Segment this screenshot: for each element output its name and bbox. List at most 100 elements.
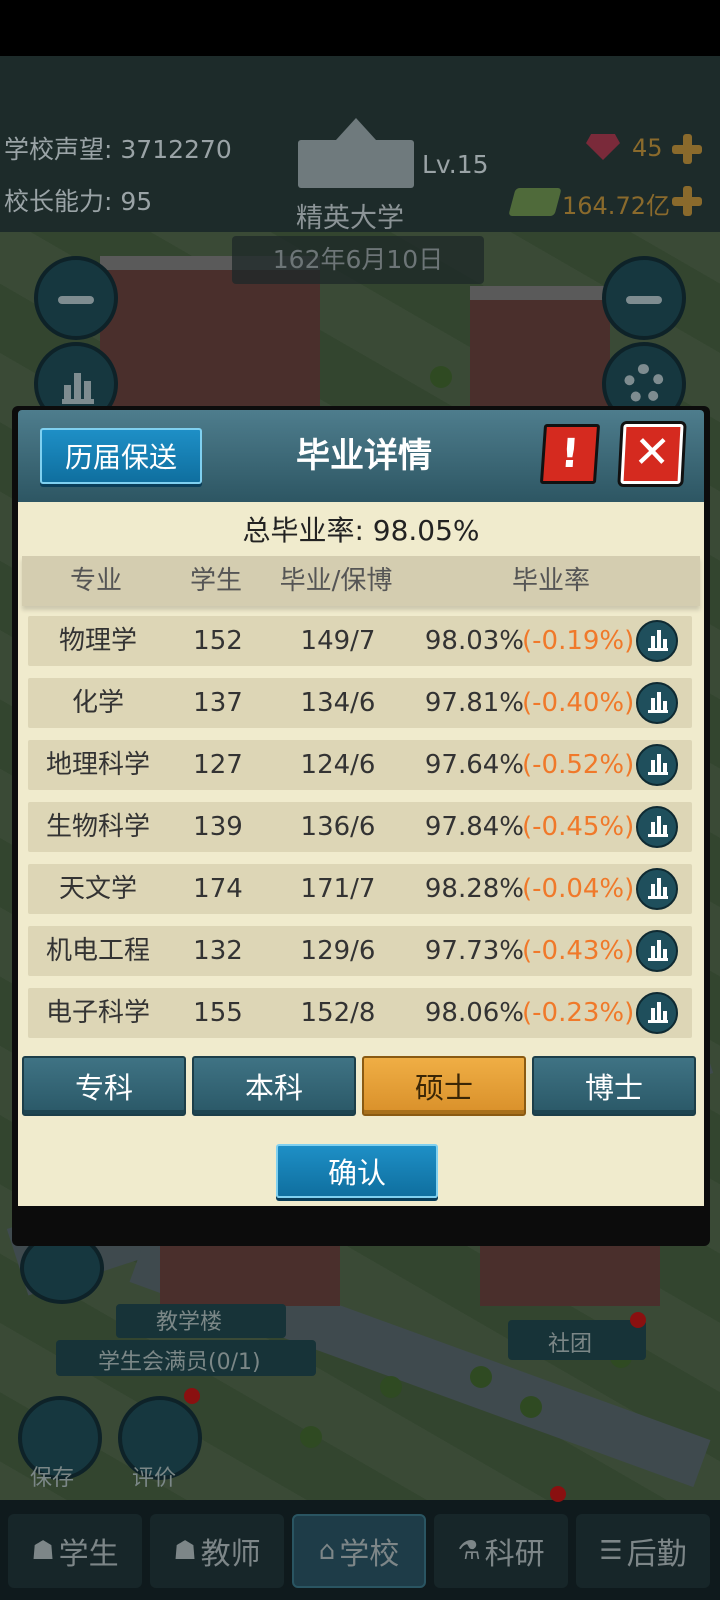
student-count: 127 bbox=[193, 750, 243, 780]
club-label[interactable]: 社团 bbox=[548, 1326, 592, 1358]
graduation-rate: 97.64% bbox=[424, 750, 524, 780]
confirm-button[interactable]: 确认 bbox=[276, 1144, 438, 1198]
teacher-icon: ☗ bbox=[173, 1536, 197, 1566]
student-count: 137 bbox=[193, 688, 243, 718]
tab-doctorate[interactable]: 博士 bbox=[532, 1056, 696, 1116]
ability-value: 95 bbox=[120, 187, 153, 216]
graduation-rate: 98.03% bbox=[424, 626, 524, 656]
graduation-rate: 97.84% bbox=[424, 812, 524, 842]
graduated-count: 124/6 bbox=[300, 750, 376, 780]
notification-dot bbox=[184, 1388, 200, 1404]
column-header-major: 专业 bbox=[69, 566, 122, 596]
graduated-count: 149/7 bbox=[300, 626, 376, 656]
gem-count: 45 bbox=[632, 134, 663, 162]
major-name: 化学 bbox=[71, 688, 124, 718]
school-level: Lv.15 bbox=[422, 150, 489, 179]
degree-tab-bar: 专科 本科 硕士 博士 bbox=[22, 1056, 700, 1118]
table-row: 天文学 174 171/7 98.28% (-0.04%) bbox=[28, 864, 692, 914]
reputation-label: 学校声望: 3712270 bbox=[4, 135, 232, 164]
reputation-value: 3712270 bbox=[120, 135, 232, 164]
trend-chart-button[interactable] bbox=[636, 682, 678, 724]
game-date: 162年6月10日 bbox=[272, 245, 444, 274]
money-amount: 164.72亿 bbox=[562, 192, 670, 220]
student-council-status[interactable]: 学生会满员(0/1) bbox=[98, 1344, 261, 1376]
major-name: 生物科学 bbox=[45, 812, 150, 842]
trend-chart-button[interactable] bbox=[636, 868, 678, 910]
minus-icon bbox=[58, 296, 94, 304]
graduated-count: 134/6 bbox=[300, 688, 376, 718]
school-icon: ⌂ bbox=[318, 1536, 336, 1566]
table-row: 地理科学 127 124/6 97.64% (-0.52%) bbox=[28, 740, 692, 790]
graduation-rate: 97.73% bbox=[424, 936, 524, 966]
table-row: 机电工程 132 129/6 97.73% (-0.43%) bbox=[28, 926, 692, 976]
nav-logistics[interactable]: ☰ 后勤 bbox=[576, 1514, 710, 1588]
building-label: 教学楼 bbox=[156, 1310, 223, 1335]
table-row: 物理学 152 149/7 98.03% (-0.19%) bbox=[28, 616, 692, 666]
rate-change: (-0.43%) bbox=[522, 936, 635, 966]
student-count: 155 bbox=[193, 998, 243, 1028]
gear-icon bbox=[624, 364, 664, 404]
graduation-dialog: 历届保送 毕业详情 ! ✕ 总毕业率: 98.05% 专业 学生 毕业/保博 毕… bbox=[12, 406, 710, 1246]
status-bar bbox=[0, 0, 720, 56]
close-button[interactable]: ✕ bbox=[620, 424, 684, 484]
close-icon: ✕ bbox=[632, 427, 672, 478]
zoom-out-right-button[interactable] bbox=[602, 256, 686, 340]
graduation-rate: 97.81% bbox=[424, 688, 524, 718]
rate-change: (-0.40%) bbox=[522, 688, 635, 718]
nav-school[interactable]: ⌂ 学校 bbox=[292, 1514, 426, 1588]
flask-icon: ⚗ bbox=[457, 1536, 481, 1566]
bar-chart-icon bbox=[62, 368, 94, 404]
student-count: 139 bbox=[193, 812, 243, 842]
ability-label: 校长能力: 95 bbox=[4, 187, 153, 216]
dialog-title: 毕业详情 bbox=[296, 436, 432, 476]
info-alert-button[interactable]: ! bbox=[539, 424, 601, 484]
student-count: 152 bbox=[193, 626, 243, 656]
trend-chart-button[interactable] bbox=[636, 806, 678, 848]
add-money-button[interactable] bbox=[672, 186, 702, 216]
rate-change: (-0.04%) bbox=[522, 874, 635, 904]
zoom-out-left-button[interactable] bbox=[34, 256, 118, 340]
exclamation-icon: ! bbox=[559, 431, 581, 477]
clipboard-icon: ☰ bbox=[599, 1536, 623, 1566]
graduation-rate: 98.28% bbox=[424, 874, 524, 904]
trend-chart-button[interactable] bbox=[636, 992, 678, 1034]
nav-teachers[interactable]: ☗ 教师 bbox=[150, 1514, 284, 1588]
table-row: 生物科学 139 136/6 97.84% (-0.45%) bbox=[28, 802, 692, 852]
bottom-nav: ☗ 学生 ☗ 教师 ⌂ 学校 ⚗ 科研 ☰ 后勤 bbox=[0, 1486, 720, 1600]
tab-junior-college[interactable]: 专科 bbox=[22, 1056, 186, 1116]
notification-dot bbox=[630, 1312, 646, 1328]
graduation-rate: 98.06% bbox=[424, 998, 524, 1028]
student-count: 132 bbox=[193, 936, 243, 966]
major-name: 机电工程 bbox=[45, 936, 150, 966]
major-list[interactable]: 物理学 152 149/7 98.03% (-0.19%) 化学 137 134… bbox=[28, 616, 692, 1044]
student-icon: ☗ bbox=[31, 1536, 55, 1566]
history-recommendation-button[interactable]: 历届保送 bbox=[40, 428, 202, 484]
trend-chart-button[interactable] bbox=[636, 620, 678, 662]
add-gem-button[interactable] bbox=[672, 134, 702, 164]
notification-dot bbox=[550, 1486, 566, 1502]
major-name: 电子科学 bbox=[45, 998, 150, 1028]
tab-undergraduate[interactable]: 本科 bbox=[192, 1056, 356, 1116]
rate-change: (-0.45%) bbox=[522, 812, 635, 842]
graduated-count: 152/8 bbox=[300, 998, 376, 1028]
graduated-count: 136/6 bbox=[300, 812, 376, 842]
rate-change: (-0.52%) bbox=[522, 750, 635, 780]
money-icon bbox=[508, 188, 562, 216]
save-label: 保存 bbox=[30, 1466, 75, 1491]
trend-chart-button[interactable] bbox=[636, 930, 678, 972]
column-header-students: 学生 bbox=[189, 566, 242, 596]
school-name: 精英大学 bbox=[296, 203, 404, 234]
nav-research[interactable]: ⚗ 科研 bbox=[434, 1514, 568, 1588]
graduated-count: 129/6 bbox=[300, 936, 376, 966]
tab-master[interactable]: 硕士 bbox=[362, 1056, 526, 1116]
column-header-graduated: 毕业/保博 bbox=[279, 566, 393, 596]
trend-chart-button[interactable] bbox=[636, 744, 678, 786]
rate-change: (-0.19%) bbox=[522, 626, 635, 656]
column-header-rate: 毕业率 bbox=[511, 566, 590, 596]
dialog-header: 历届保送 毕业详情 ! ✕ bbox=[18, 410, 704, 502]
school-building-icon bbox=[298, 118, 414, 190]
review-label: 评价 bbox=[132, 1466, 177, 1491]
date-bar: 162年6月10日 bbox=[232, 236, 484, 284]
nav-students[interactable]: ☗ 学生 bbox=[8, 1514, 142, 1588]
table-row: 电子科学 155 152/8 98.06% (-0.23%) bbox=[28, 988, 692, 1038]
